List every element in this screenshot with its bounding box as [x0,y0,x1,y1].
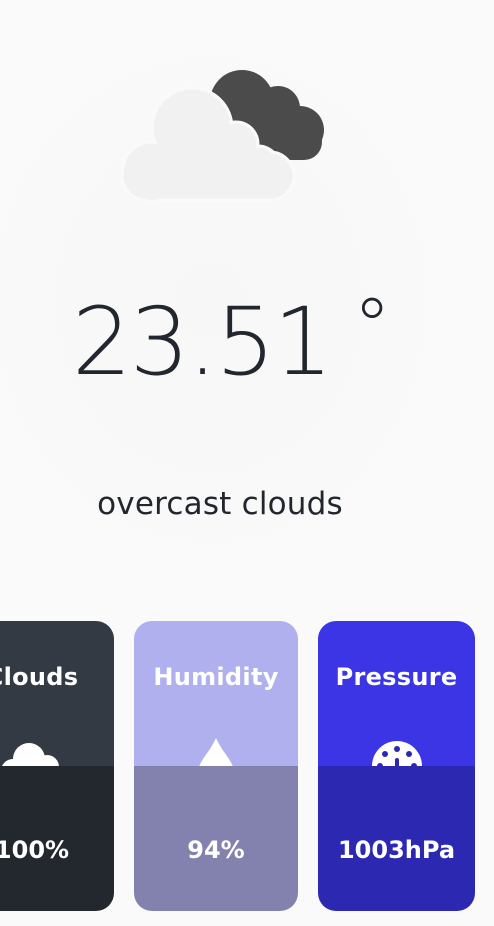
pressure-value: 1003hPa [337,836,456,864]
clouds-card-body: 100% [0,766,114,911]
overcast-clouds-icon [120,70,324,204]
pressure-card-body: 1003hPa [318,766,475,911]
clouds-value: 100% [0,836,70,864]
humidity-card-body: 94% [134,766,298,911]
clouds-card: Clouds 100% [0,621,114,911]
clouds-card-header: Clouds [0,621,114,787]
weather-page: 23.51° overcast clouds Clouds 100% Humid… [0,0,494,926]
pressure-card: Pressure 1003hPa [318,621,475,911]
temperature-value: 23.51 [72,288,333,397]
weather-description: overcast clouds [97,486,343,522]
pressure-card-header: Pressure [318,621,475,791]
pressure-label: Pressure [335,663,458,691]
humidity-value: 94% [187,836,245,864]
humidity-label: Humidity [153,663,279,691]
degree-symbol: ° [353,281,391,370]
temperature-display: 23.51 ° [72,288,391,390]
humidity-card: Humidity 94% [134,621,298,911]
clouds-label: Clouds [0,663,79,691]
humidity-card-header: Humidity [134,621,298,790]
